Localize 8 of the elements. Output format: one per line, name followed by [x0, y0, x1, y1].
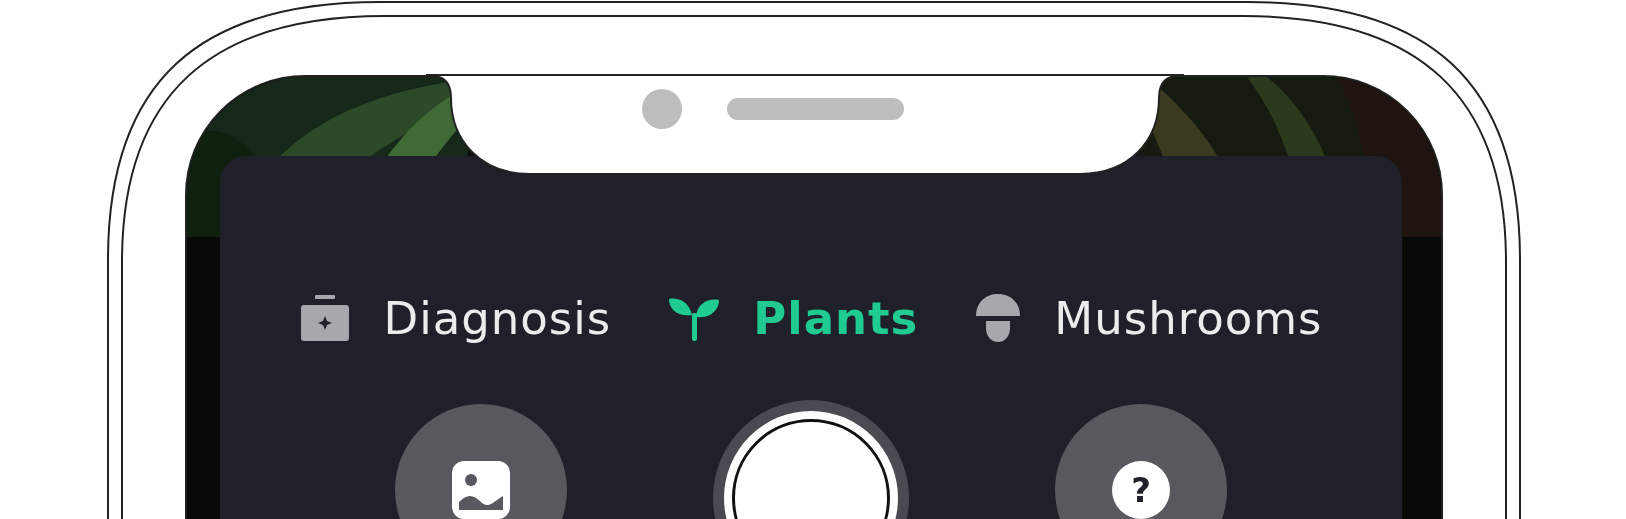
front-camera-icon [642, 89, 682, 129]
image-icon [451, 460, 511, 519]
help-button[interactable]: ? [1055, 404, 1227, 519]
mode-tab[interactable]: Diagnosis [299, 291, 612, 345]
medical-case-icon [299, 293, 352, 343]
mode-tab[interactable]: Mushrooms [974, 291, 1323, 345]
mushroom-icon [974, 292, 1023, 344]
mode-tab[interactable]: Plants [667, 291, 919, 345]
